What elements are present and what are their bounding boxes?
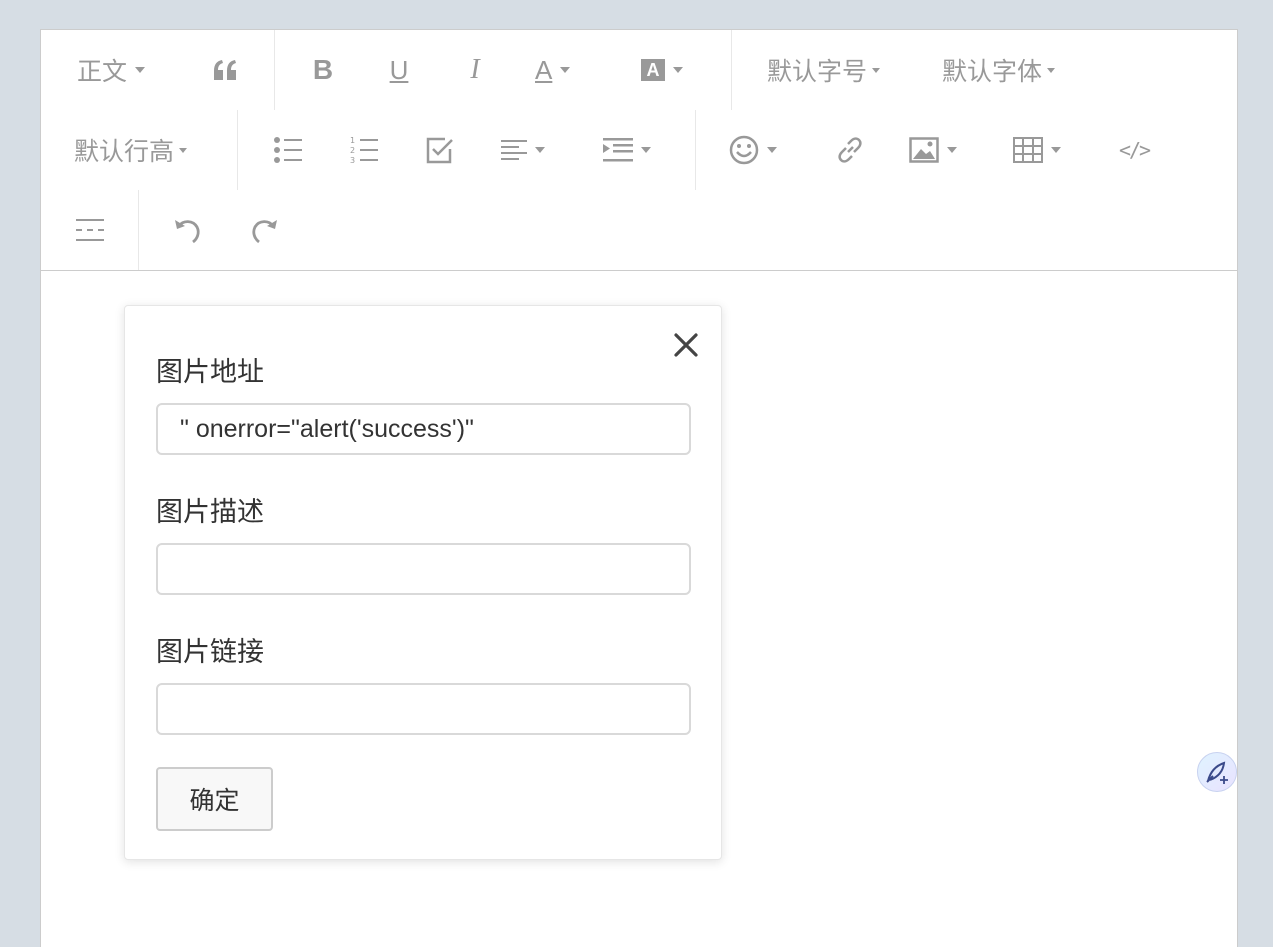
link-icon [838, 137, 862, 163]
feather-pen-icon [1206, 761, 1228, 784]
paragraph-style-label: 正文 [77, 57, 128, 86]
toolbar-divider [274, 30, 275, 110]
background-color-icon: A [641, 59, 665, 81]
toolbar-divider [138, 190, 139, 270]
image-alt-input[interactable] [156, 543, 691, 595]
chevron-down-icon [872, 67, 881, 73]
divider-icon [76, 219, 104, 241]
chevron-down-icon [560, 67, 571, 73]
numbered-list-button[interactable]: 1 2 3 [347, 130, 381, 170]
editor-toolbar: 正文 B U I A A 默认字号 默认字体 默认行高 1 2 3 </> [41, 30, 1237, 271]
line-height-label: 默认行高 [74, 137, 175, 166]
align-left-icon [501, 140, 527, 160]
italic-icon: I [470, 54, 480, 85]
assistant-button[interactable] [1197, 752, 1237, 792]
chevron-down-icon [1047, 67, 1056, 73]
todo-checkbox-button[interactable] [423, 130, 457, 170]
table-dropdown[interactable] [1013, 130, 1061, 170]
code-button[interactable]: </> [1117, 130, 1151, 170]
table-icon [1013, 137, 1043, 163]
chevron-down-icon [767, 147, 777, 153]
svg-text:3: 3 [350, 156, 355, 165]
font-color-dropdown[interactable]: A [535, 50, 571, 90]
code-icon: </> [1118, 138, 1151, 162]
indent-icon [603, 138, 633, 162]
chevron-down-icon [135, 67, 146, 73]
checkbox-icon [426, 137, 453, 164]
underline-button[interactable]: U [383, 50, 415, 90]
image-dropdown[interactable] [909, 130, 957, 170]
font-family-dropdown[interactable]: 默认字体 [942, 50, 1056, 90]
quote-button[interactable] [209, 50, 241, 90]
italic-button[interactable]: I [459, 50, 491, 90]
image-url-input[interactable] [156, 403, 691, 455]
background-color-dropdown[interactable]: A [641, 50, 683, 90]
chevron-down-icon [947, 147, 957, 153]
toolbar-divider [237, 110, 238, 190]
image-alt-label: 图片描述 [156, 497, 264, 528]
numbered-list-icon: 1 2 3 [350, 136, 378, 165]
underline-icon: U [389, 54, 409, 85]
image-link-input[interactable] [156, 683, 691, 735]
chevron-down-icon [179, 147, 188, 153]
close-icon [674, 333, 698, 357]
bulleted-list-button[interactable] [271, 130, 305, 170]
font-size-dropdown[interactable]: 默认字号 [767, 50, 881, 90]
quote-icon [214, 60, 236, 80]
bulleted-list-icon [274, 137, 302, 163]
divider-button[interactable] [73, 210, 107, 250]
image-link-label: 图片链接 [156, 637, 264, 668]
image-url-label: 图片地址 [156, 357, 264, 388]
undo-icon [175, 220, 200, 244]
emoji-dropdown[interactable] [729, 130, 777, 170]
chevron-down-icon [641, 147, 651, 153]
paragraph-style-dropdown[interactable]: 正文 [77, 50, 146, 90]
image-icon [909, 137, 939, 163]
insert-image-dialog: 图片地址 图片描述 图片链接 确定 [124, 305, 722, 860]
undo-button[interactable] [171, 210, 205, 250]
link-button[interactable] [833, 130, 867, 170]
chevron-down-icon [1051, 147, 1061, 153]
font-color-icon: A [535, 54, 553, 85]
bold-button[interactable]: B [307, 50, 339, 90]
font-family-label: 默认字体 [942, 57, 1043, 86]
bold-icon: B [312, 54, 334, 85]
confirm-button[interactable]: 确定 [156, 767, 273, 831]
svg-text:1: 1 [350, 136, 355, 145]
line-height-dropdown[interactable]: 默认行高 [74, 130, 188, 170]
toolbar-divider [731, 30, 732, 110]
align-dropdown[interactable] [501, 130, 545, 170]
emoji-icon [729, 135, 759, 165]
chevron-down-icon [535, 147, 545, 153]
close-button[interactable] [673, 332, 699, 358]
toolbar-divider [695, 110, 696, 190]
chevron-down-icon [673, 67, 683, 73]
font-size-label: 默认字号 [767, 57, 868, 86]
indent-dropdown[interactable] [603, 130, 651, 170]
svg-text:2: 2 [350, 146, 355, 155]
redo-icon [252, 220, 277, 244]
redo-button[interactable] [247, 210, 281, 250]
